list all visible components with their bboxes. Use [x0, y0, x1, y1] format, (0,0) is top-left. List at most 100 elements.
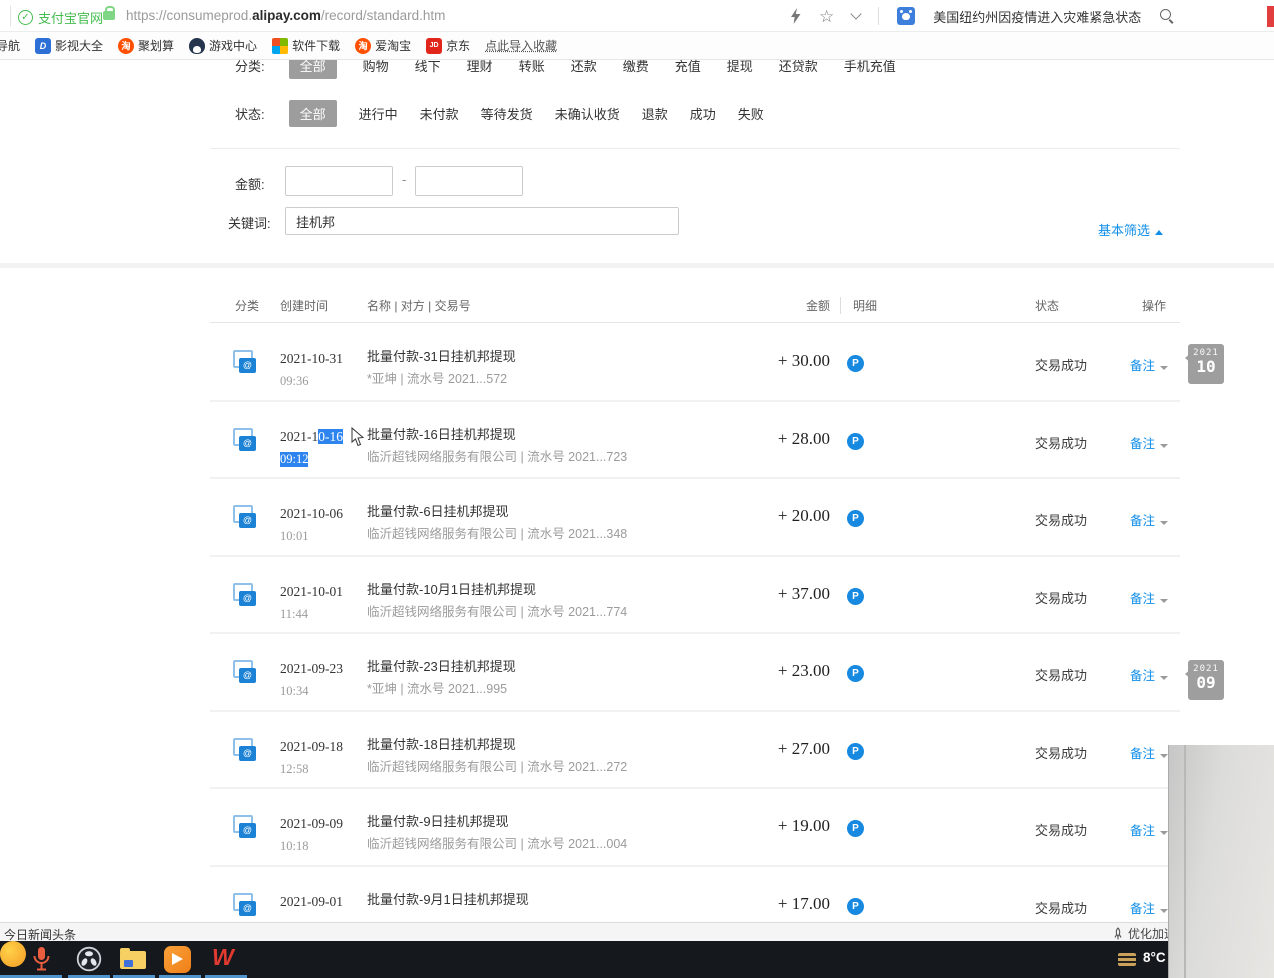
bookmark-label: 点此导入收藏 [485, 37, 557, 54]
site-badge-label: 支付宝官网 [38, 8, 103, 27]
detail-icon[interactable]: P [847, 820, 864, 837]
bookmark-star-icon[interactable]: ☆ [819, 8, 834, 25]
detail-icon[interactable]: P [847, 510, 864, 527]
keyword-input[interactable] [285, 207, 679, 235]
active-app-indicator [0, 975, 22, 978]
detail-icon[interactable]: P [847, 665, 864, 682]
remark-button[interactable]: 备注 [1130, 898, 1168, 917]
rocket-icon [1112, 927, 1124, 941]
remark-button[interactable]: 备注 [1130, 820, 1168, 839]
taskbar-app-partial-icon[interactable] [0, 941, 26, 967]
row-status: 交易成功 [1035, 510, 1087, 529]
category-option[interactable]: 还款 [571, 60, 597, 75]
windows-icon [272, 38, 288, 54]
category-option[interactable]: 提现 [727, 60, 753, 75]
status-option[interactable]: 退款 [642, 104, 668, 123]
category-option[interactable]: 还贷款 [779, 60, 818, 75]
row-status: 交易成功 [1035, 665, 1087, 684]
category-option[interactable]: 手机充值 [844, 60, 896, 75]
url-text[interactable]: https://consumeprod.alipay.com/record/st… [126, 8, 445, 23]
detail-icon[interactable]: P [847, 898, 864, 915]
bookmark-item[interactable]: 淘聚划算 [118, 37, 174, 54]
category-option[interactable]: 充值 [675, 60, 701, 75]
lightning-icon[interactable] [790, 8, 801, 24]
category-option[interactable]: 缴费 [623, 60, 649, 75]
bookmark-item[interactable]: 软件下载 [272, 37, 340, 54]
video-icon: D [35, 38, 51, 54]
row-created-date: 2021-10-31 [280, 351, 343, 367]
selected-text: 0-16 [318, 429, 343, 444]
search-icon[interactable] [1159, 8, 1175, 24]
chevron-down-icon [1160, 599, 1168, 603]
bookmark-item[interactable]: JD京东 [426, 37, 470, 54]
webcam-overlay [1168, 745, 1274, 978]
url-prefix: https://consumeprod. [126, 8, 252, 23]
obs-app-icon[interactable] [76, 946, 102, 975]
browser-extension-icon[interactable] [1267, 6, 1274, 27]
row-party: 临沂超钱网络服务有限公司 | 流水号 2021...774 [367, 601, 627, 620]
chevron-down-icon [1160, 754, 1168, 758]
category-option[interactable]: 理财 [467, 60, 493, 75]
category-option[interactable]: 全部 [289, 60, 337, 79]
temperature-widget[interactable]: 8°C [1143, 950, 1166, 965]
bookmark-item[interactable]: 点此导入收藏 [485, 37, 557, 54]
windows-taskbar: W 8°C [0, 941, 1274, 978]
video-editor-app-icon[interactable] [164, 946, 191, 973]
wps-app-icon[interactable]: W [212, 944, 234, 971]
table-row: @2021-10-1609:12批量付款-16日挂机邦提现临沂超钱网络服务有限公… [210, 402, 1180, 480]
optimize-accelerate-button[interactable]: 优化加速 [1112, 925, 1176, 942]
basic-filter-link[interactable]: 基本筛选 [1098, 220, 1163, 239]
remark-button[interactable]: 备注 [1130, 588, 1168, 607]
detail-icon[interactable]: P [847, 433, 864, 450]
input-method-icon[interactable] [1118, 953, 1136, 966]
status-option[interactable]: 等待发货 [481, 104, 533, 123]
remark-button[interactable]: 备注 [1130, 433, 1168, 452]
detail-icon[interactable]: P [847, 588, 864, 605]
amount-max-input[interactable] [415, 166, 523, 196]
bookmark-label: 游戏中心 [209, 37, 257, 54]
row-amount: + 28.00 [640, 429, 830, 449]
table-row: @2021-09-0910:18批量付款-9日挂机邦提现临沂超钱网络服务有限公司… [210, 789, 1180, 867]
news-ticker[interactable]: 美国纽约州因疫情进入灾难紧急状态 [933, 7, 1141, 26]
row-created-date: 2021-10-01 [280, 584, 343, 600]
row-amount: + 30.00 [640, 351, 830, 371]
row-amount: + 19.00 [640, 816, 830, 836]
status-option[interactable]: 进行中 [359, 104, 398, 123]
active-app-indicator [205, 975, 247, 978]
batch-payment-icon: @ [233, 428, 259, 454]
status-option[interactable]: 失败 [738, 104, 764, 123]
remark-button[interactable]: 备注 [1130, 510, 1168, 529]
row-title: 批量付款-9月1日挂机邦提现 [367, 889, 529, 908]
status-option[interactable]: 成功 [690, 104, 716, 123]
status-option[interactable]: 全部 [289, 100, 337, 127]
remark-button[interactable]: 备注 [1130, 665, 1168, 684]
row-status: 交易成功 [1035, 433, 1087, 452]
status-option[interactable]: 未确认收货 [555, 104, 620, 123]
detail-icon[interactable]: P [847, 743, 864, 760]
remark-button[interactable]: 备注 [1130, 743, 1168, 762]
category-option[interactable]: 转账 [519, 60, 545, 75]
chevron-down-icon [1160, 521, 1168, 525]
bookmark-item[interactable]: 淘爱淘宝 [355, 37, 411, 54]
divider [0, 263, 1274, 268]
active-app-indicator [113, 975, 155, 978]
microphone-app-icon[interactable] [31, 946, 52, 975]
news-logo-icon[interactable] [897, 7, 915, 25]
site-identity-badge[interactable]: ✓ 支付宝官网 [18, 8, 103, 27]
bookmark-item[interactable]: D影视大全 [35, 37, 103, 54]
lock-icon [103, 11, 115, 20]
row-title: 批量付款-18日挂机邦提现 [367, 734, 516, 753]
category-option[interactable]: 线下 [415, 60, 441, 75]
bookmark-item[interactable]: 导航 [0, 37, 20, 54]
amount-min-input[interactable] [285, 166, 393, 196]
detail-icon[interactable]: P [847, 355, 864, 372]
chevron-down-icon[interactable] [851, 8, 862, 19]
bookmark-item[interactable]: 游戏中心 [189, 37, 257, 54]
remark-button[interactable]: 备注 [1130, 355, 1168, 374]
chevron-down-icon [1160, 444, 1168, 448]
category-option[interactable]: 购物 [363, 60, 389, 75]
marker-month: 10 [1188, 358, 1224, 376]
row-amount: + 17.00 [640, 894, 830, 914]
status-option[interactable]: 未付款 [420, 104, 459, 123]
file-explorer-icon[interactable] [120, 951, 146, 969]
